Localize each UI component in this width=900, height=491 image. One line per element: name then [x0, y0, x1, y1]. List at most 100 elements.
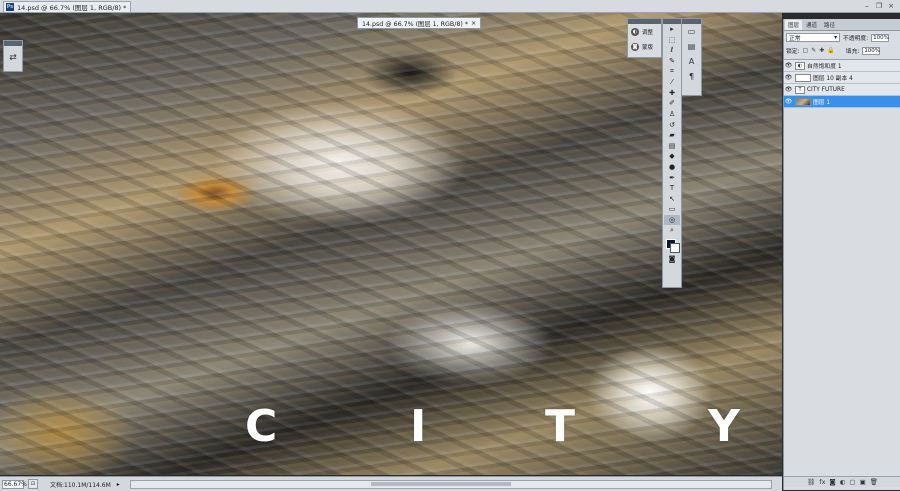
canvas-letter-i: I [410, 401, 427, 452]
blend-row: 正常 ▾ 不透明度: 100% [784, 31, 900, 44]
panel-header[interactable] [4, 41, 22, 46]
lock-position-icon[interactable]: ✚ [819, 47, 824, 54]
zoom-field[interactable]: 66.67% [2, 479, 27, 489]
tab-channels[interactable]: 通道 [803, 20, 821, 30]
toolbox: ▸ ⬚ ℓ ✎ ⌗ ⁄ ✚ ✐ ♙ ↺ ▰ ▤ ◆ ● ✒ T ↖ ▭ ◎ ⌕ ◙ [662, 18, 682, 288]
zoom-tool-icon[interactable]: ⌕ [664, 225, 680, 236]
adjustments-panel: ◐ 调整 ◙ 蒙版 [627, 18, 662, 58]
blur-tool-icon[interactable]: ◆ [664, 151, 680, 162]
quick-select-tool-icon[interactable]: ✎ [664, 56, 680, 67]
brush-tool-icon[interactable]: ✐ [664, 98, 680, 109]
layer-name: CITY FUTURE [807, 86, 845, 93]
color-swatches[interactable] [664, 236, 680, 254]
dock-panel-icon[interactable]: ▤ [683, 39, 700, 54]
layer-thumbnail: T [795, 85, 805, 94]
layers-panel: 图层 通道 路径 正常 ▾ 不透明度: 100% 锁定: ▢ ✎ ✚ 🔒 填充:… [783, 19, 900, 490]
3d-rotate-tool-icon[interactable]: ◎ [664, 214, 680, 226]
type-tool-icon[interactable]: T [664, 183, 680, 194]
layers-footer: ⛓ fx ◙ ◐ ▢ ▣ 🗑 [784, 476, 900, 487]
minimize-button[interactable]: – [862, 1, 872, 10]
canvas-letter-t: T [545, 401, 576, 452]
status-menu-button[interactable]: ⊡ [28, 479, 38, 489]
opacity-label: 不透明度: [843, 36, 869, 42]
visibility-eye-icon[interactable]: 👁 [784, 62, 793, 69]
opacity-field[interactable]: 100% [871, 33, 890, 42]
close-button[interactable]: × [886, 1, 896, 10]
tab-layers[interactable]: 图层 [785, 20, 803, 30]
visibility-eye-icon[interactable]: 👁 [784, 98, 793, 105]
eyedropper-tool-icon[interactable]: ⁄ [664, 77, 680, 88]
shape-tool-icon[interactable]: ▭ [664, 204, 680, 215]
document-tab[interactable]: Ps 14.psd @ 66.7% (图层 1, RGB/8) * [3, 1, 132, 12]
layer-name: 图层 1 [813, 100, 831, 106]
pen-tool-icon[interactable]: ✒ [664, 172, 680, 183]
adjustments-button[interactable]: ◐ 调整 [628, 24, 661, 39]
history-brush-tool-icon[interactable]: ↺ [664, 119, 680, 130]
fx-icon[interactable]: fx [819, 478, 825, 486]
lasso-tool-icon[interactable]: ℓ [664, 45, 680, 56]
lock-pixels-icon[interactable]: ✎ [811, 47, 816, 54]
visibility-eye-icon[interactable]: 👁 [784, 86, 793, 93]
add-mask-icon[interactable]: ◙ [829, 478, 835, 486]
new-group-icon[interactable]: ▢ [849, 478, 855, 486]
adjustments-label: 调整 [642, 29, 654, 36]
status-arrow-icon[interactable]: ▸ [117, 481, 120, 488]
document-tab-label: 14.psd @ 66.7% (图层 1, RGB/8) * [17, 4, 127, 12]
new-layer-icon[interactable]: ▣ [860, 478, 866, 486]
layer-name: 图层 10 副本 4 [813, 76, 853, 82]
lock-row: 锁定: ▢ ✎ ✚ 🔒 填充: 100% [784, 44, 900, 57]
blend-mode-value: 正常 [789, 36, 801, 42]
close-document-icon[interactable]: × [471, 20, 476, 27]
chevron-down-icon: ▾ [834, 34, 837, 41]
canvas-letter-y: Y [708, 401, 740, 452]
dock-panel-icon[interactable]: ▭ [683, 24, 700, 39]
fill-field[interactable]: 100% [862, 46, 881, 55]
scrollbar-thumb[interactable] [370, 481, 511, 486]
canvas-letter-c: C [245, 401, 278, 452]
layer-thumbnail [795, 73, 811, 82]
layer-row[interactable]: 👁 图层 1 [784, 96, 900, 108]
gradient-tool-icon[interactable]: ▤ [664, 141, 680, 152]
panel-dock: ▭ ▤ A ¶ [681, 18, 702, 96]
quick-mask-icon[interactable]: ◙ [664, 254, 680, 265]
lock-transparency-icon[interactable]: ▢ [803, 47, 809, 54]
layer-row[interactable]: 👁 T CITY FUTURE [784, 84, 900, 96]
visibility-eye-icon[interactable]: 👁 [784, 74, 793, 81]
adjustment-layer-icon[interactable]: ◐ [840, 478, 846, 486]
layer-list: 👁 ◐ 自然饱和度 1 👁 图层 10 副本 4 👁 T CITY FUTURE 👁 图层 1 [784, 59, 900, 108]
healing-tool-icon[interactable]: ✚ [664, 88, 680, 99]
fill-label: 填充: [845, 49, 860, 55]
lock-all-icon[interactable]: 🔒 [827, 47, 834, 54]
move-tool-icon[interactable]: ▸ [664, 24, 680, 35]
document-size-info: 文档:110.1M/114.6M [50, 481, 111, 489]
path-select-tool-icon[interactable]: ↖ [664, 194, 680, 205]
title-bar: Ps 14.psd @ 66.7% (图层 1, RGB/8) * – ❐ × [0, 0, 900, 13]
layer-row[interactable]: 👁 图层 10 副本 4 [784, 72, 900, 84]
document-title-text: 14.psd @ 66.7% (图层 1, RGB/8) * [362, 20, 468, 28]
crop-tool-icon[interactable]: ⌗ [664, 66, 680, 77]
background-color[interactable] [670, 242, 680, 253]
mask-icon: ◙ [631, 42, 639, 51]
marquee-tool-icon[interactable]: ⬚ [664, 35, 680, 46]
tab-paths[interactable]: 路径 [821, 20, 839, 30]
eraser-tool-icon[interactable]: ▰ [664, 130, 680, 141]
layer-row[interactable]: 👁 ◐ 自然饱和度 1 [784, 60, 900, 72]
stamp-tool-icon[interactable]: ♙ [664, 109, 680, 120]
tool-options-icon[interactable]: ⇄ [7, 53, 19, 63]
lock-label: 锁定: [786, 49, 800, 55]
blend-mode-select[interactable]: 正常 ▾ [786, 33, 840, 42]
masks-button[interactable]: ◙ 蒙版 [628, 39, 661, 54]
paragraph-panel-icon[interactable]: ¶ [683, 69, 700, 84]
masks-label: 蒙版 [642, 44, 654, 51]
horizontal-scrollbar[interactable] [129, 479, 772, 489]
status-bar: 66.67% ⊡ 文档:110.1M/114.6M ▸ [0, 476, 782, 491]
dodge-tool-icon[interactable]: ● [664, 162, 680, 173]
trash-icon[interactable]: 🗑 [870, 478, 878, 486]
character-panel-icon[interactable]: A [683, 54, 700, 69]
layer-name: 自然饱和度 1 [807, 64, 842, 70]
link-layers-icon[interactable]: ⛓ [807, 478, 815, 486]
layer-thumbnail [795, 97, 811, 106]
document-title-label[interactable]: 14.psd @ 66.7% (图层 1, RGB/8) * × [357, 17, 482, 29]
restore-button[interactable]: ❐ [874, 1, 884, 10]
layer-thumbnail: ◐ [795, 61, 805, 70]
